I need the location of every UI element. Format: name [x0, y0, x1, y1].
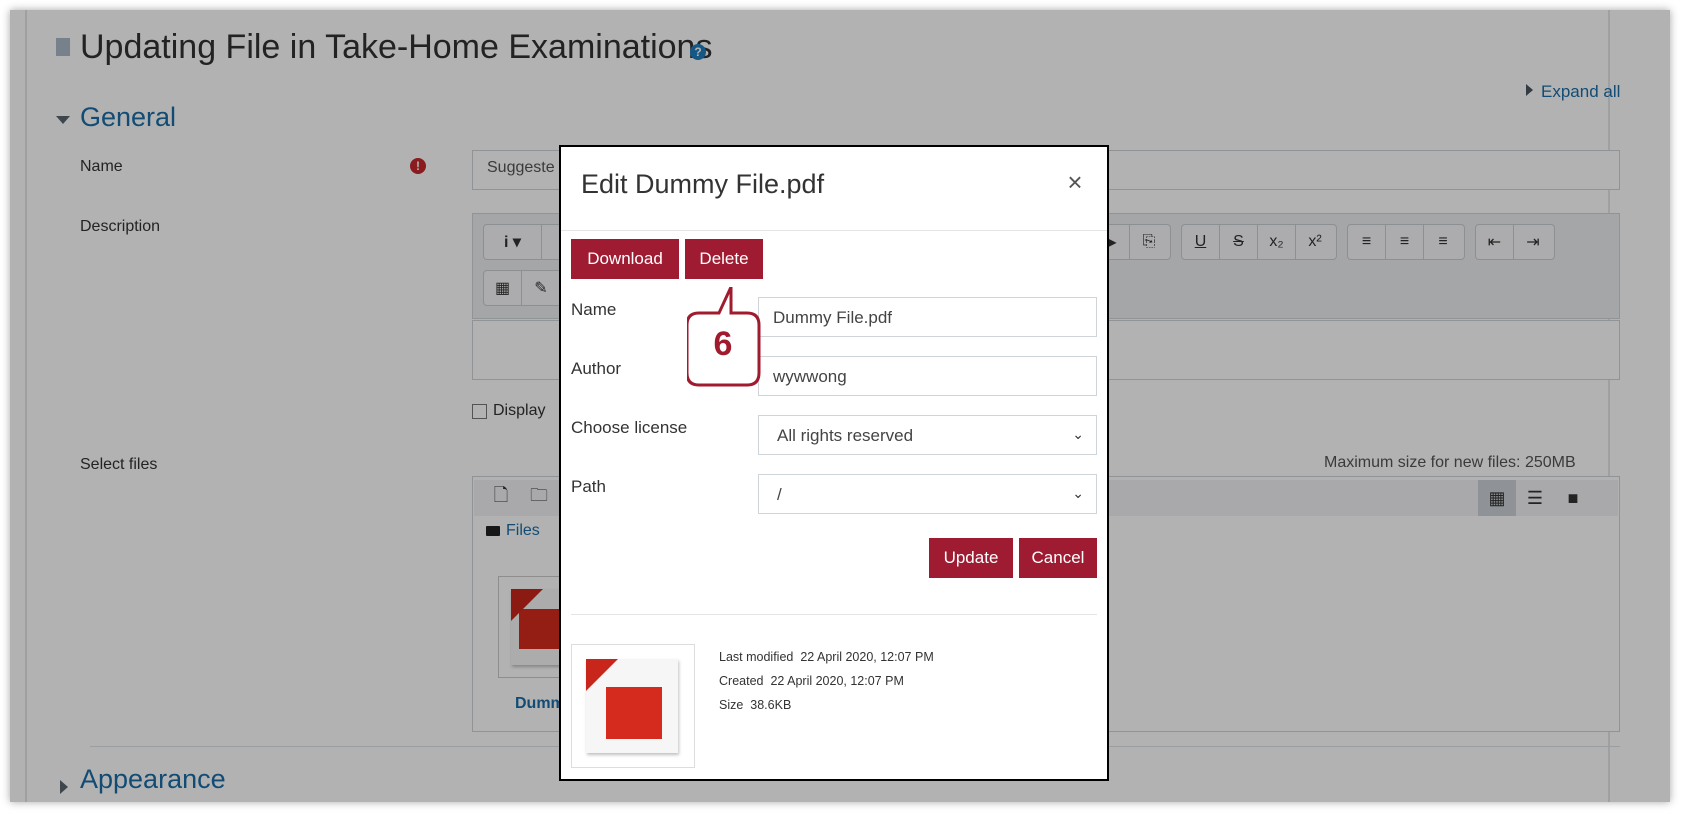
- size-row: Size 38.6KB: [719, 698, 791, 712]
- update-button[interactable]: Update: [929, 538, 1013, 578]
- name-field-label: Name: [571, 300, 617, 319]
- created-label: Created: [719, 674, 764, 688]
- last-modified-label: Last modified: [719, 650, 794, 664]
- author-field-label: Author: [571, 359, 622, 378]
- pdf-icon: [586, 659, 678, 753]
- path-label: Path: [571, 477, 606, 496]
- author-field[interactable]: wywwong: [758, 356, 1097, 396]
- size-value: 38.6KB: [750, 698, 792, 712]
- screenshot-frame: Updating File in Take-Home Examinations …: [10, 10, 1670, 802]
- step-number: 6: [713, 325, 733, 363]
- cancel-button[interactable]: Cancel: [1019, 538, 1097, 578]
- created-value: 22 April 2020, 12:07 PM: [770, 674, 904, 688]
- path-select[interactable]: / ⌄: [758, 474, 1097, 514]
- download-button[interactable]: Download: [571, 239, 679, 279]
- dialog-divider: [571, 614, 1097, 615]
- created-row: Created 22 April 2020, 12:07 PM: [719, 674, 904, 688]
- dialog-title: Edit Dummy File.pdf: [581, 169, 825, 199]
- size-label: Size: [719, 698, 744, 712]
- license-label: Choose license: [571, 418, 688, 437]
- last-modified-row: Last modified 22 April 2020, 12:07 PM: [719, 650, 934, 664]
- last-modified-value: 22 April 2020, 12:07 PM: [800, 650, 934, 664]
- close-icon[interactable]: ×: [1063, 167, 1087, 197]
- path-value: /: [777, 485, 782, 504]
- dialog-header-divider: [561, 230, 1107, 231]
- edit-file-dialog: Edit Dummy File.pdf × Download Delete Na…: [559, 145, 1109, 781]
- license-value: All rights reserved: [777, 426, 914, 445]
- name-field[interactable]: Dummy File.pdf: [758, 297, 1097, 337]
- license-select[interactable]: All rights reserved ⌄: [758, 415, 1097, 455]
- delete-button[interactable]: Delete: [685, 239, 763, 279]
- chevron-down-icon: ⌄: [1072, 485, 1084, 501]
- file-preview-thumbnail: [571, 644, 695, 768]
- chevron-down-icon: ⌄: [1072, 426, 1084, 442]
